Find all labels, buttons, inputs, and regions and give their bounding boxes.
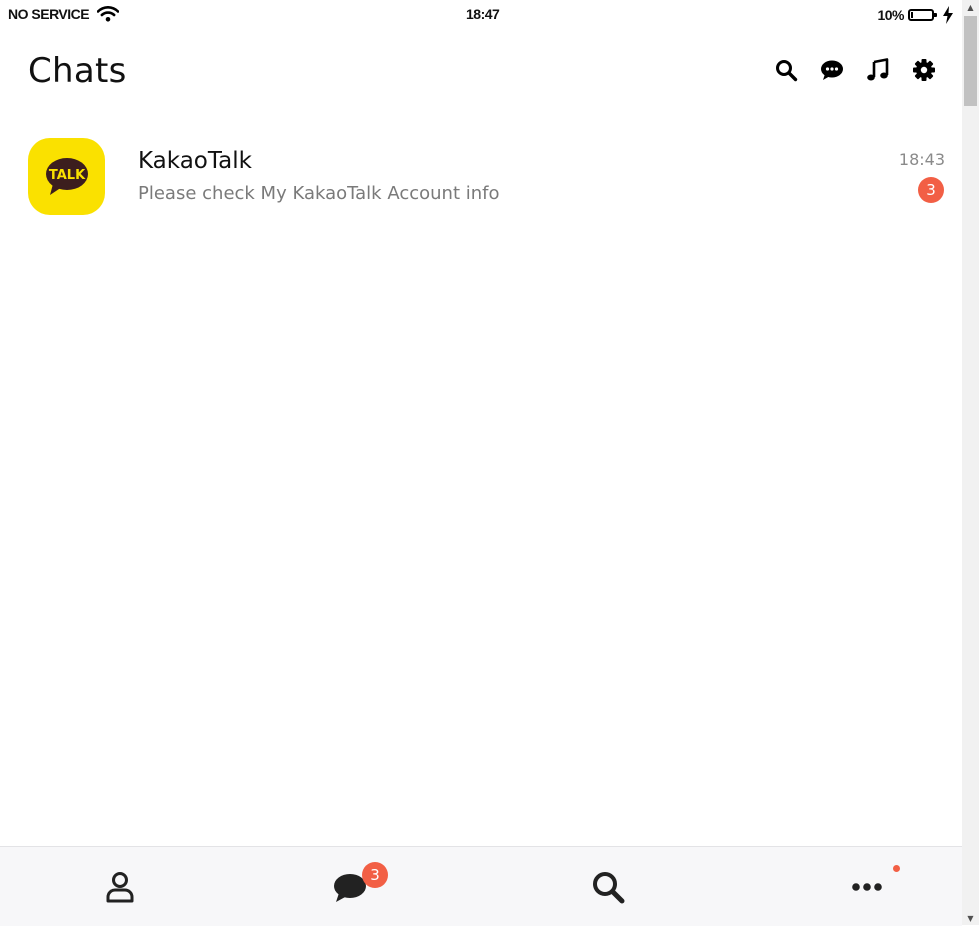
chat-name: KakaoTalk bbox=[138, 148, 252, 174]
search-icon[interactable] bbox=[774, 58, 798, 82]
new-chat-icon[interactable] bbox=[820, 58, 844, 82]
search-icon bbox=[593, 871, 625, 903]
nav-search[interactable] bbox=[488, 847, 728, 926]
scroll-up-arrow[interactable]: ▲ bbox=[962, 0, 979, 14]
header: Chats bbox=[0, 30, 962, 110]
battery-percent: 10% bbox=[877, 7, 904, 23]
status-left: NO SERVICE bbox=[8, 6, 120, 22]
wifi-icon bbox=[97, 6, 120, 22]
more-icon bbox=[852, 882, 882, 891]
status-right: 10% bbox=[877, 6, 954, 24]
carrier-label: NO SERVICE bbox=[8, 6, 90, 22]
unread-badge: 3 bbox=[918, 177, 944, 203]
scroll-thumb[interactable] bbox=[964, 16, 977, 106]
chats-badge: 3 bbox=[362, 862, 388, 888]
friends-icon bbox=[106, 871, 134, 902]
header-actions bbox=[774, 58, 936, 82]
svg-text:TALK: TALK bbox=[48, 168, 85, 183]
battery-fill bbox=[911, 12, 913, 18]
nav-more[interactable] bbox=[747, 847, 979, 926]
scroll-down-arrow[interactable]: ▼ bbox=[962, 911, 979, 925]
more-notification-dot bbox=[893, 865, 900, 872]
nav-friends[interactable] bbox=[0, 847, 240, 926]
nav-chats[interactable]: 3 bbox=[230, 847, 470, 926]
page-title: Chats bbox=[28, 51, 127, 91]
chat-preview: Please check My KakaoTalk Account info bbox=[138, 183, 500, 204]
chat-item-kakaotalk[interactable]: TALK KakaoTalk Please check My KakaoTalk… bbox=[0, 126, 962, 226]
chat-time: 18:43 bbox=[898, 150, 945, 169]
avatar: TALK bbox=[28, 138, 105, 215]
status-time: 18:47 bbox=[466, 6, 500, 22]
bottom-nav: 3 bbox=[0, 846, 962, 926]
chat-list: TALK KakaoTalk Please check My KakaoTalk… bbox=[0, 126, 962, 226]
charging-icon bbox=[943, 6, 953, 24]
status-bar: NO SERVICE 18:47 10% bbox=[0, 0, 962, 30]
settings-icon[interactable] bbox=[912, 58, 936, 82]
music-icon[interactable] bbox=[866, 58, 890, 82]
battery-icon bbox=[908, 9, 937, 21]
scrollbar[interactable]: ▲ ▼ bbox=[962, 0, 979, 925]
kakaotalk-logo-icon: TALK bbox=[45, 157, 88, 195]
